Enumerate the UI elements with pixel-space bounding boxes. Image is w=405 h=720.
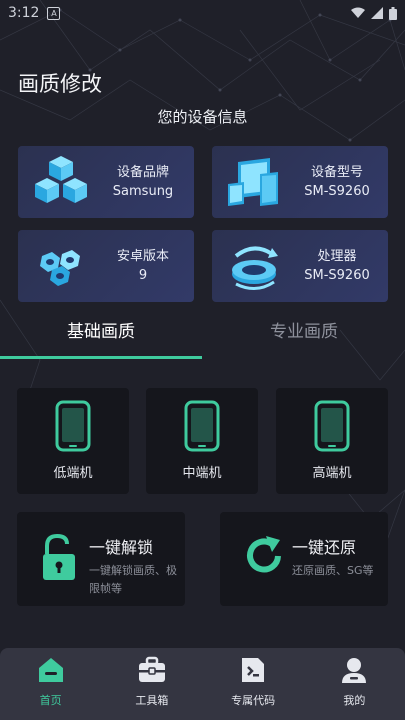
device-model-label: 设备型号 [310,165,363,180]
android-version-value: 9 [138,268,148,283]
phone-icon [314,400,350,452]
android-version-card: 安卓版本 9 [18,230,194,302]
device-model-card: 设备型号 SM-S9260 [212,146,388,218]
phone-icon [184,400,220,452]
profile-icon [342,658,367,683]
signal-icon [371,7,383,19]
code-file-icon [242,658,265,682]
nav-toolbox-label: 工具箱 [135,694,169,707]
nav-home[interactable]: 首页 [0,648,101,720]
preset-mid-range-label: 中端机 [182,466,222,481]
nav-exclusive-code-label: 专属代码 [231,694,276,707]
status-time: 3:12 [8,5,40,21]
device-brand-label: 设备品牌 [116,165,169,180]
battery-icon [389,6,397,20]
device-model-value: SM-S9260 [304,184,370,199]
processor-value: SM-S9260 [304,268,370,283]
preset-low-end-button[interactable]: 低端机 [17,388,129,494]
unlock-title: 一键解锁 [89,538,154,557]
preset-low-end-label: 低端机 [53,466,93,481]
nuts-icon [40,250,80,286]
home-icon [38,658,63,682]
one-click-unlock-button[interactable]: 一键解锁 一键解锁画质、极限帧等 [17,512,185,606]
nav-home-label: 首页 [39,694,62,707]
preset-high-end-label: 高端机 [312,466,352,481]
processor-icon [232,246,278,290]
nav-exclusive-code[interactable]: 专属代码 [203,648,304,720]
status-notification-badge: A [47,6,61,20]
nav-profile-label: 我的 [343,694,366,707]
status-bar: 3:12 A [0,0,405,26]
device-brand-value: Samsung [112,184,174,199]
restore-description: 还原画质、SG等 [292,564,374,577]
preset-high-end-button[interactable]: 高端机 [276,388,388,494]
bottom-navigation: 首页 工具箱 专属代码 我的 [0,648,405,720]
android-version-label: 安卓版本 [116,249,169,264]
preset-mid-range-button[interactable]: 中端机 [146,388,258,494]
one-click-restore-button[interactable]: 一键还原 还原画质、SG等 [220,512,388,606]
device-brand-card: 设备品牌 Samsung [18,146,194,218]
nav-toolbox[interactable]: 工具箱 [101,648,202,720]
nav-profile[interactable]: 我的 [304,648,405,720]
tab-basic-quality[interactable]: 基础画质 [0,312,202,352]
toolbox-icon [138,656,165,682]
restore-icon [247,536,281,573]
page-title: 画质修改 [18,72,102,96]
processor-label: 处理器 [317,249,357,264]
phone-icon [55,400,91,452]
active-tab-indicator [0,356,202,359]
restore-title: 一键还原 [292,538,357,557]
tab-pro-quality[interactable]: 专业画质 [203,312,405,352]
device-info-heading: 您的设备信息 [157,108,248,126]
devices-icon [228,158,278,206]
unlock-icon [43,534,75,580]
quality-tabs: 基础画质 专业画质 [0,312,405,360]
wifi-icon [351,7,365,18]
unlock-description: 一键解锁画质、极限帧等 [89,564,177,595]
processor-card: 处理器 SM-S9260 [212,230,388,302]
cubes-icon [35,156,87,203]
